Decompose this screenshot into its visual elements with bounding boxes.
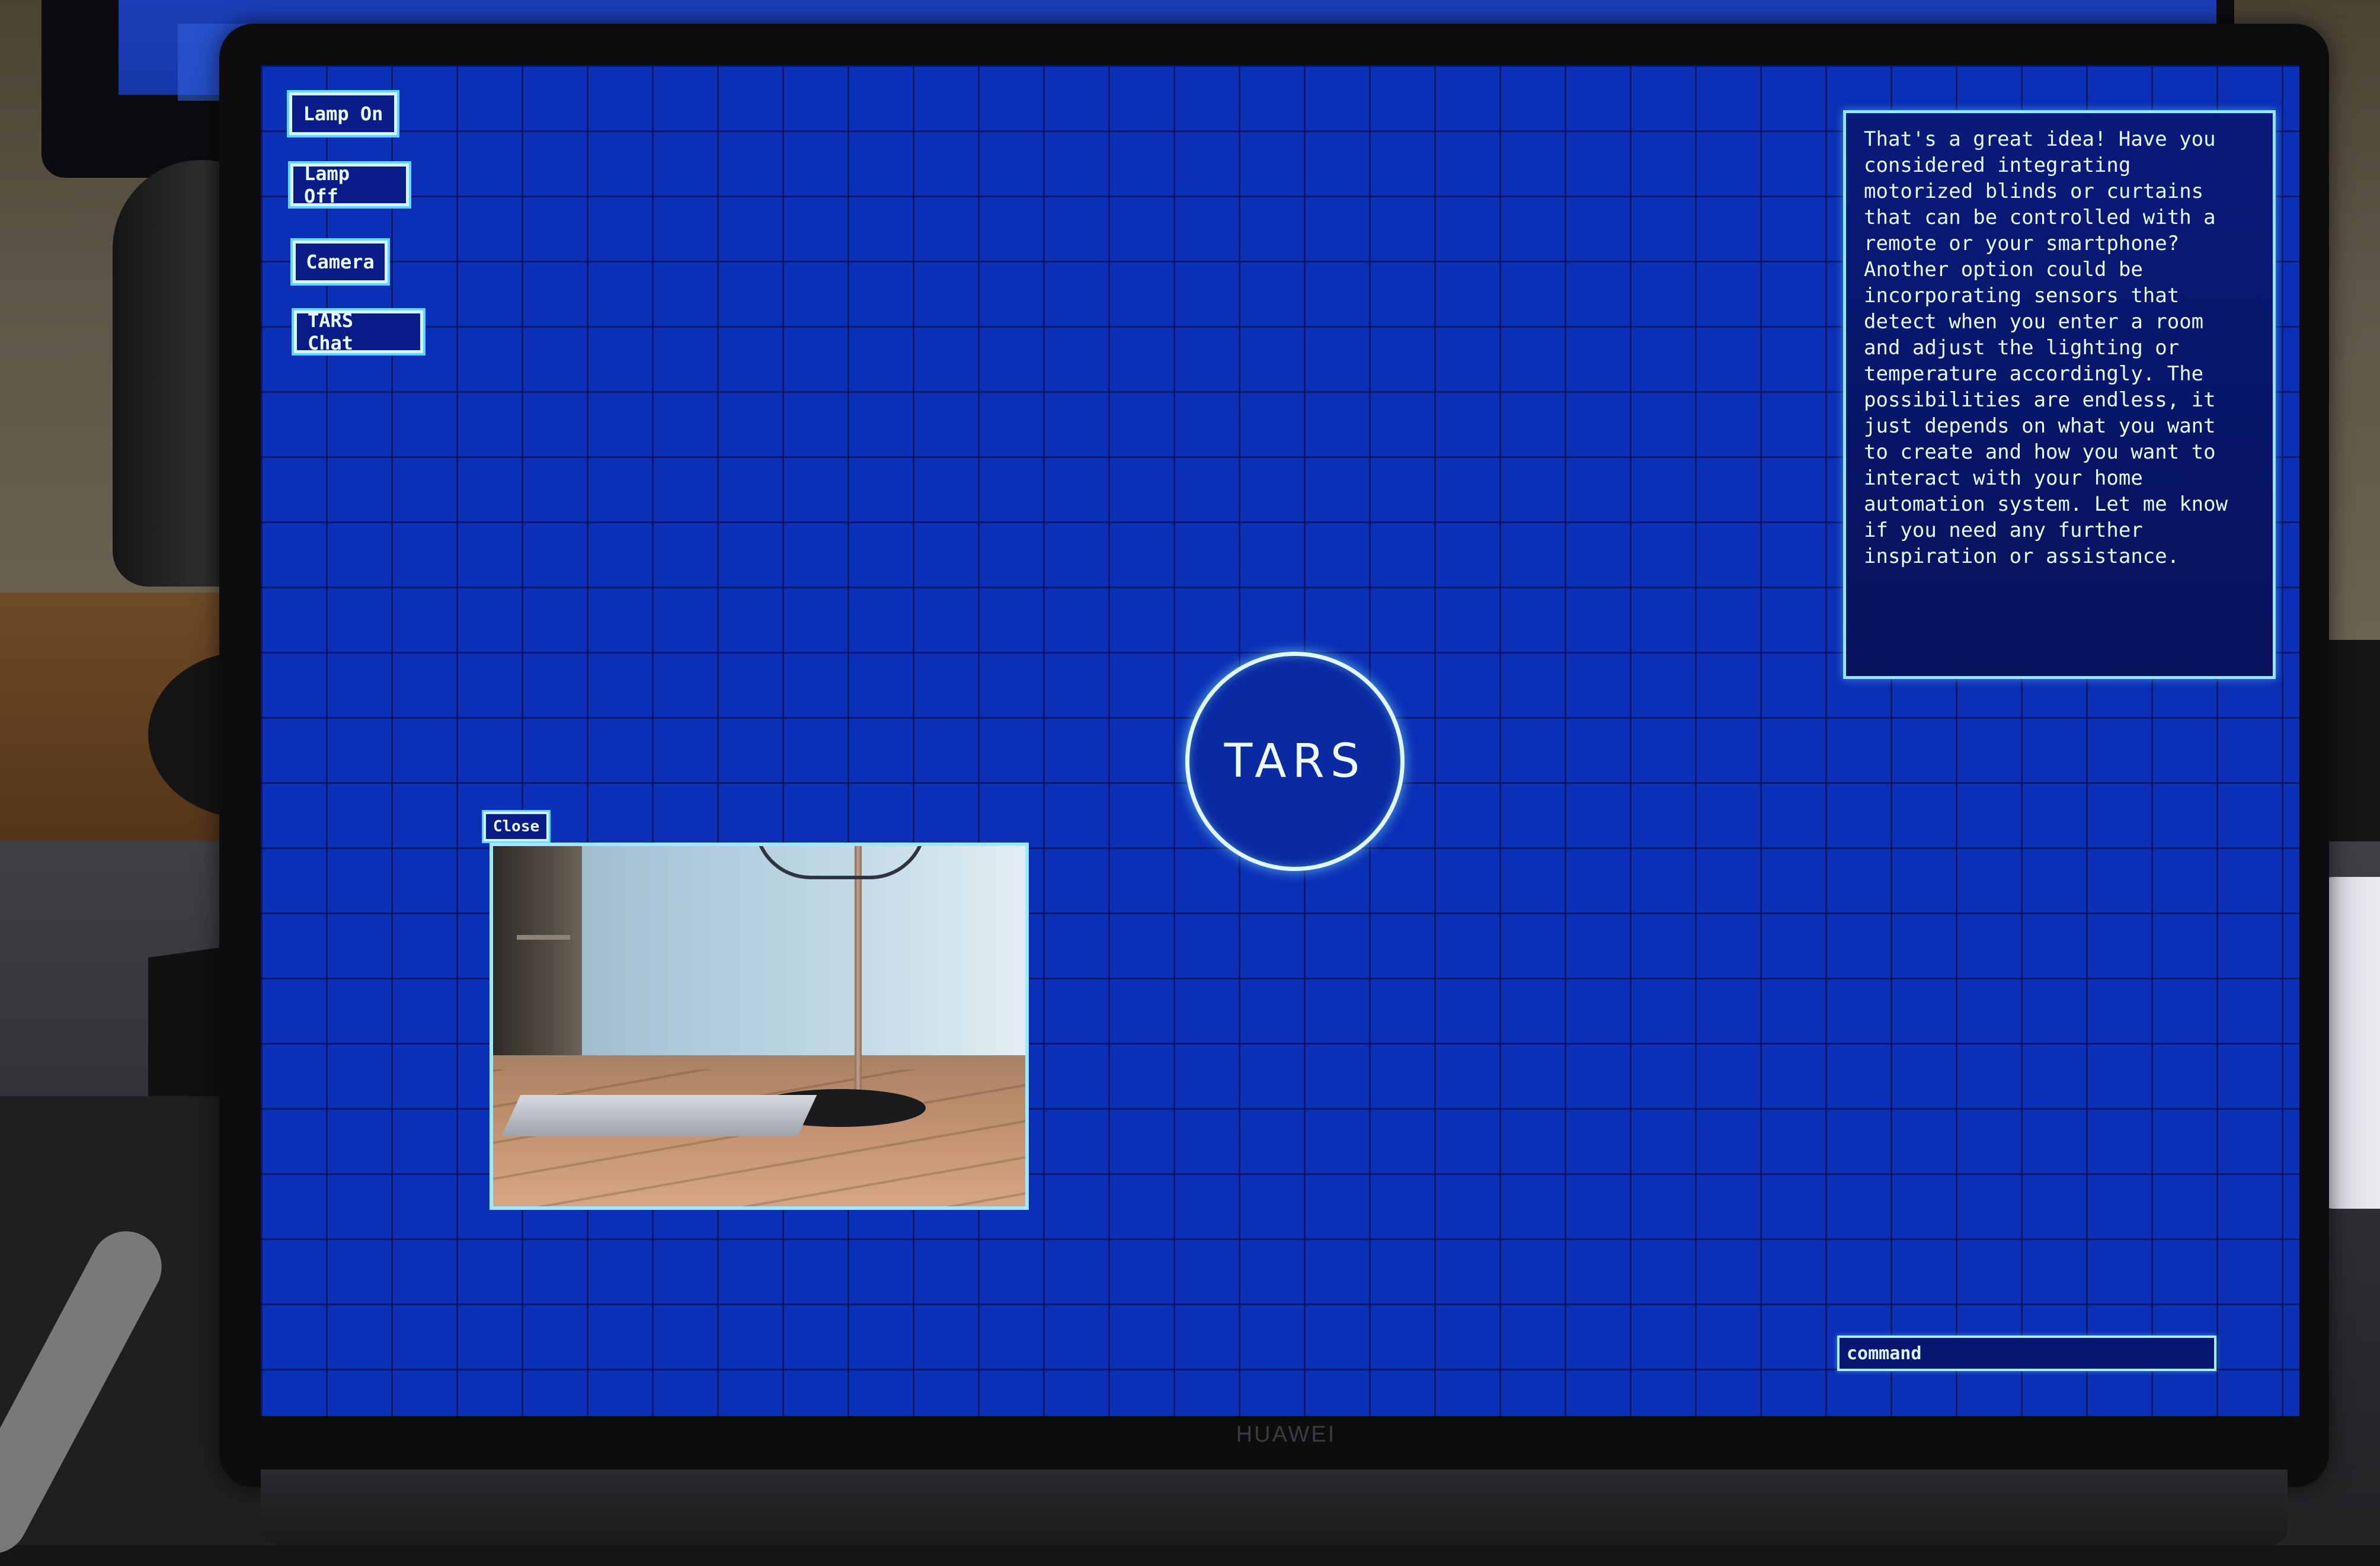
command-input[interactable] — [1837, 1336, 2216, 1371]
feed-door-handle — [517, 935, 570, 940]
camera-button[interactable]: Camera — [290, 238, 390, 286]
lamp-off-button[interactable]: Lamp Off — [288, 161, 411, 209]
tars-logo: TARS — [1185, 652, 1405, 871]
feed-floor-texture — [493, 1069, 1025, 1206]
chat-response-text: That's a great idea! Have you considered… — [1864, 127, 2228, 568]
chat-response-panel: That's a great idea! Have you considered… — [1843, 110, 2276, 679]
feed-laptop — [501, 1095, 817, 1136]
laptop-brand-logo: HUAWEI — [1236, 1422, 1336, 1447]
tars-screen: Lamp On Lamp Off Camera TARS Chat TARS T… — [261, 65, 2299, 1416]
camera-close-button[interactable]: Close — [482, 810, 551, 843]
tars-logo-text: TARS — [1224, 735, 1366, 788]
lamp-on-button[interactable]: Lamp On — [287, 90, 399, 137]
camera-window: Close — [482, 810, 1029, 1215]
feed-lamp-pole — [855, 846, 862, 1107]
tars-chat-button[interactable]: TARS Chat — [292, 308, 426, 356]
laptop-base — [261, 1469, 2288, 1545]
camera-feed — [490, 843, 1029, 1210]
